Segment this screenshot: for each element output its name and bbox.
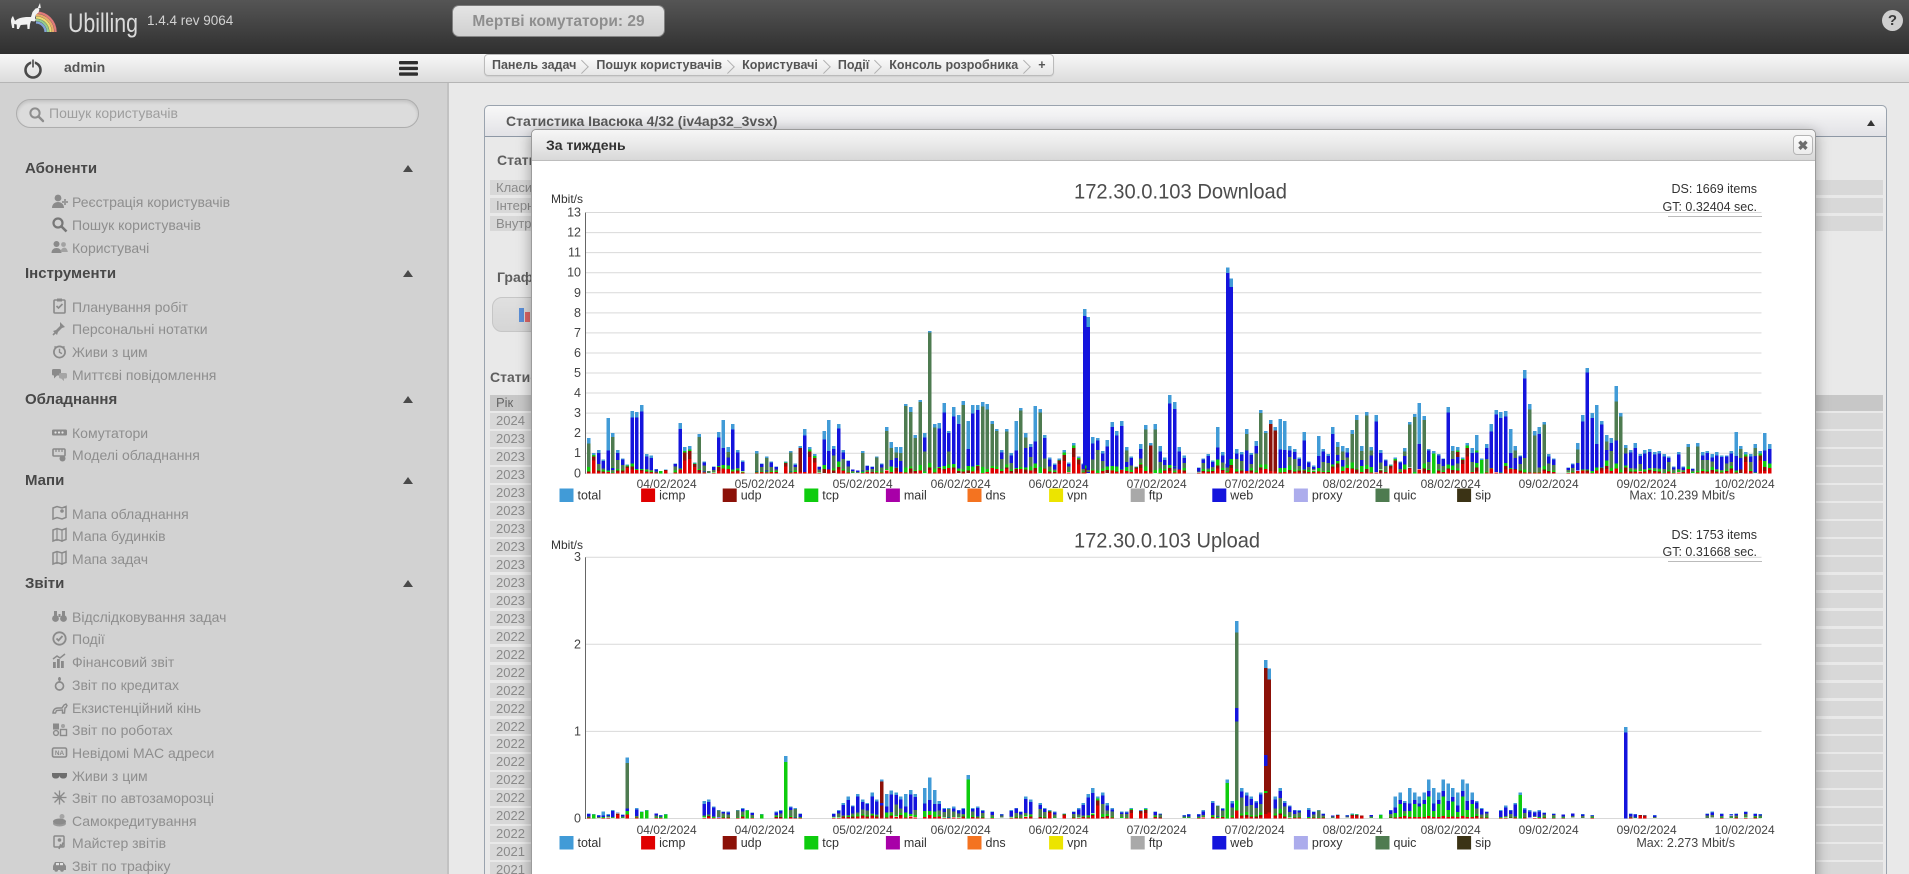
svg-text:07/02/2024: 07/02/2024 [1127, 823, 1187, 837]
svg-text:07/02/2024: 07/02/2024 [1225, 823, 1285, 837]
svg-text:10: 10 [567, 266, 581, 280]
svg-text:web: web [1229, 836, 1253, 850]
svg-text:Mbit/s: Mbit/s [551, 192, 583, 206]
svg-text:tcp: tcp [822, 489, 839, 503]
svg-text:GT: 0.31668 sec.: GT: 0.31668 sec. [1662, 545, 1757, 559]
svg-text:1: 1 [574, 446, 581, 460]
svg-text:total: total [578, 836, 602, 850]
svg-text:DS: 1669 items: DS: 1669 items [1672, 182, 1757, 196]
svg-text:0: 0 [574, 466, 581, 480]
svg-text:3: 3 [574, 550, 581, 564]
svg-text:9: 9 [574, 286, 581, 300]
svg-text:icmp: icmp [659, 836, 685, 850]
svg-text:Mbit/s: Mbit/s [551, 538, 583, 552]
svg-text:web: web [1229, 489, 1253, 503]
svg-text:08/02/2024: 08/02/2024 [1421, 477, 1481, 491]
svg-text:2: 2 [574, 426, 581, 440]
svg-text:2: 2 [574, 637, 581, 651]
svg-text:icmp: icmp [659, 489, 685, 503]
svg-text:ftp: ftp [1149, 836, 1163, 850]
svg-text:09/02/2024: 09/02/2024 [1519, 823, 1579, 837]
svg-text:mail: mail [904, 489, 927, 503]
svg-text:0: 0 [574, 812, 581, 826]
svg-text:ftp: ftp [1149, 489, 1163, 503]
svg-text:11: 11 [568, 246, 581, 260]
svg-text:12: 12 [567, 226, 581, 240]
svg-text:5: 5 [574, 366, 581, 380]
svg-text:06/02/2024: 06/02/2024 [931, 823, 991, 837]
svg-text:GT: 0.32404 sec.: GT: 0.32404 sec. [1662, 200, 1757, 214]
svg-text:10/02/2024: 10/02/2024 [1715, 823, 1775, 837]
svg-text:172.30.0.103 Download: 172.30.0.103 Download [1074, 180, 1287, 204]
svg-text:Max: 10.239 Mbit/s: Max: 10.239 Mbit/s [1629, 489, 1735, 503]
svg-text:vpn: vpn [1067, 489, 1087, 503]
svg-text:08/02/2024: 08/02/2024 [1323, 823, 1383, 837]
svg-text:dns: dns [986, 836, 1006, 850]
svg-text:1: 1 [574, 724, 581, 738]
svg-text:tcp: tcp [822, 836, 839, 850]
svg-text:04/02/2024: 04/02/2024 [637, 823, 697, 837]
svg-text:04/02/2024: 04/02/2024 [735, 823, 795, 837]
svg-text:4: 4 [574, 386, 581, 400]
svg-text:sip: sip [1475, 836, 1491, 850]
svg-text:proxy: proxy [1312, 836, 1343, 850]
svg-text:06/02/2024: 06/02/2024 [1029, 823, 1089, 837]
svg-text:vpn: vpn [1067, 836, 1087, 850]
svg-text:09/02/2024: 09/02/2024 [1519, 477, 1579, 491]
svg-text:proxy: proxy [1312, 489, 1343, 503]
svg-text:sip: sip [1475, 489, 1491, 503]
svg-text:09/02/2024: 09/02/2024 [1617, 823, 1677, 837]
svg-text:6: 6 [574, 346, 581, 360]
svg-text:06/02/2024: 06/02/2024 [931, 477, 991, 491]
svg-text:7: 7 [574, 326, 581, 340]
svg-text:total: total [578, 489, 602, 503]
svg-text:mail: mail [904, 836, 927, 850]
svg-text:udp: udp [741, 836, 762, 850]
svg-text:05/02/2024: 05/02/2024 [833, 823, 893, 837]
svg-text:13: 13 [567, 206, 581, 220]
svg-text:05/02/2024: 05/02/2024 [833, 477, 893, 491]
svg-text:3: 3 [574, 406, 581, 420]
svg-text:DS: 1753 items: DS: 1753 items [1672, 528, 1757, 542]
svg-text:8: 8 [574, 306, 581, 320]
svg-text:08/02/2024: 08/02/2024 [1421, 823, 1481, 837]
svg-text:Max: 2.273 Mbit/s: Max: 2.273 Mbit/s [1636, 836, 1735, 850]
svg-text:quic: quic [1394, 836, 1417, 850]
svg-text:udp: udp [741, 489, 762, 503]
svg-text:172.30.0.103 Upload: 172.30.0.103 Upload [1074, 529, 1260, 553]
svg-text:quic: quic [1394, 489, 1417, 503]
svg-text:dns: dns [986, 489, 1006, 503]
